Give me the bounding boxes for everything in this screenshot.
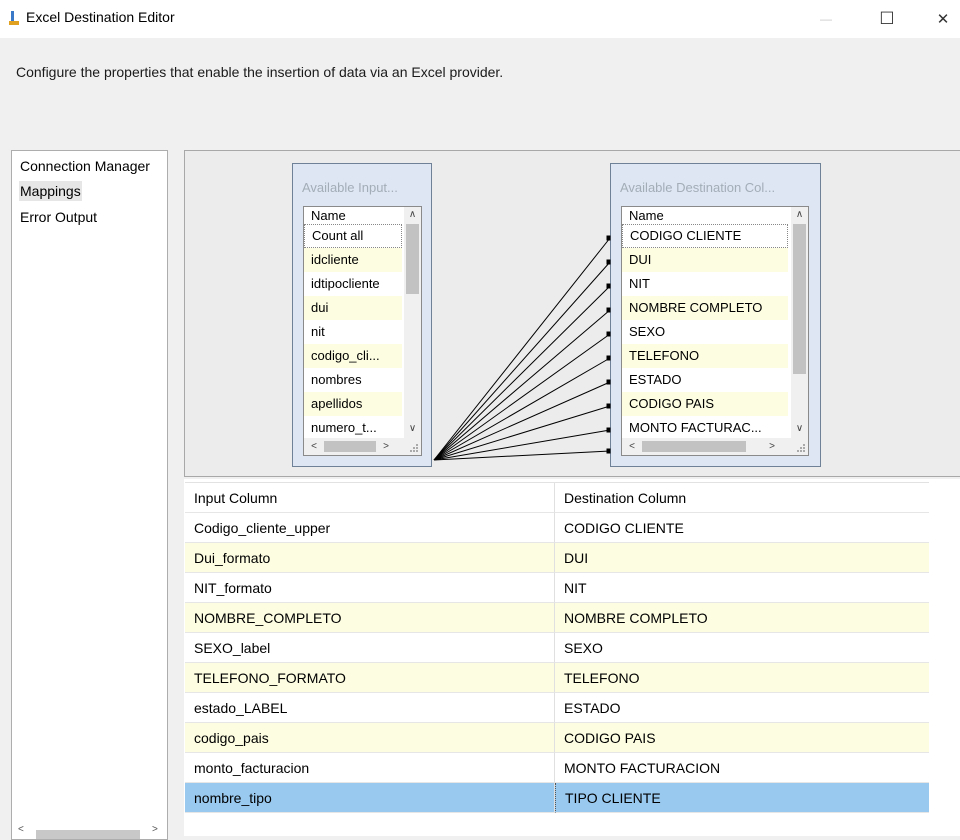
- column-header-destination[interactable]: Destination Column: [555, 483, 929, 513]
- line-anchor: [606, 283, 611, 289]
- nav-item-label: Connection Manager: [20, 158, 150, 174]
- title-bar: Excel Destination Editor — ☐ ✕: [0, 0, 960, 38]
- window-title: Excel Destination Editor: [26, 9, 175, 25]
- nav-panel: Connection Manager Mappings Error Output…: [11, 150, 168, 840]
- table-row[interactable]: SEXO_label SEXO: [185, 633, 929, 663]
- nav-item-error-output[interactable]: Error Output: [19, 207, 98, 227]
- mapping-line[interactable]: [433, 309, 611, 461]
- line-anchor: [606, 403, 611, 409]
- destination-column-cell[interactable]: SEXO: [555, 633, 929, 663]
- app-icon: [9, 11, 19, 25]
- table-row[interactable]: monto_facturacion MONTO FACTURACION: [185, 753, 929, 783]
- table-row[interactable]: Dui_formato DUI: [185, 543, 929, 573]
- table-row[interactable]: TELEFONO_FORMATO TELEFONO: [185, 663, 929, 693]
- line-anchor: [606, 379, 611, 385]
- table-row[interactable]: estado_LABEL ESTADO: [185, 693, 929, 723]
- line-anchor: [606, 331, 611, 337]
- mapping-lines: [433, 235, 611, 461]
- input-column-cell[interactable]: TELEFONO_FORMATO: [185, 663, 555, 693]
- destination-column-cell[interactable]: TELEFONO: [555, 663, 929, 693]
- nav-item-mappings[interactable]: Mappings: [19, 181, 82, 201]
- maximize-button[interactable]: ☐: [864, 0, 910, 38]
- input-column-cell[interactable]: Codigo_cliente_upper: [185, 513, 555, 543]
- line-anchor: [606, 259, 611, 265]
- minimize-icon: —: [820, 12, 832, 26]
- scroll-right-icon[interactable]: >: [152, 824, 158, 835]
- destination-column-cell[interactable]: MONTO FACTURACION: [555, 753, 929, 783]
- table-header-row: Input Column Destination Column: [185, 483, 929, 513]
- line-anchor: [606, 235, 611, 241]
- table-row-selected[interactable]: nombre_tipo TIPO CLIENTE: [185, 783, 929, 813]
- maximize-icon: ☐: [879, 9, 895, 28]
- destination-column-cell[interactable]: CODIGO CLIENTE: [555, 513, 929, 543]
- input-column-cell[interactable]: SEXO_label: [185, 633, 555, 663]
- input-column-cell[interactable]: Dui_formato: [185, 543, 555, 573]
- line-anchor: [606, 448, 611, 454]
- page-description: Configure the properties that enable the…: [16, 64, 504, 80]
- destination-column-cell[interactable]: NOMBRE COMPLETO: [555, 603, 929, 633]
- nav-horizontal-scrollbar[interactable]: < >: [12, 824, 167, 839]
- table-row[interactable]: codigo_pais CODIGO PAIS: [185, 723, 929, 753]
- nav-item-label: Error Output: [20, 209, 98, 225]
- input-column-cell[interactable]: NOMBRE_COMPLETO: [185, 603, 555, 633]
- destination-column-cell[interactable]: CODIGO PAIS: [555, 723, 929, 753]
- table-row[interactable]: NIT_formato NIT: [185, 573, 929, 603]
- input-column-cell[interactable]: monto_facturacion: [185, 753, 555, 783]
- line-anchor: [606, 307, 611, 313]
- line-anchor: [606, 427, 611, 433]
- destination-column-cell[interactable]: DUI: [555, 543, 929, 573]
- mapping-line[interactable]: [433, 381, 611, 461]
- minimize-button[interactable]: —: [803, 0, 849, 38]
- input-column-cell[interactable]: codigo_pais: [185, 723, 555, 753]
- close-icon: ✕: [936, 11, 950, 28]
- mapping-line[interactable]: [433, 333, 611, 461]
- input-column-cell[interactable]: estado_LABEL: [185, 693, 555, 723]
- mapping-grid: Input Column Destination Column Codigo_c…: [184, 479, 960, 836]
- mapping-line[interactable]: [433, 237, 611, 461]
- nav-item-label: Mappings: [20, 183, 81, 199]
- destination-column-cell[interactable]: ESTADO: [555, 693, 929, 723]
- mapping-table: Input Column Destination Column Codigo_c…: [185, 482, 929, 813]
- destination-column-cell[interactable]: TIPO CLIENTE: [555, 783, 929, 813]
- input-column-cell[interactable]: nombre_tipo: [185, 783, 555, 813]
- table-row[interactable]: Codigo_cliente_upper CODIGO CLIENTE: [185, 513, 929, 543]
- table-row[interactable]: NOMBRE_COMPLETO NOMBRE COMPLETO: [185, 603, 929, 633]
- column-header-input[interactable]: Input Column: [185, 483, 555, 513]
- mapping-diagram: Available Input... Name Count all idclie…: [184, 150, 960, 477]
- nav-item-connection-manager[interactable]: Connection Manager: [19, 156, 151, 176]
- close-button[interactable]: ✕: [920, 0, 960, 38]
- scroll-thumb[interactable]: [36, 830, 140, 839]
- input-column-cell[interactable]: NIT_formato: [185, 573, 555, 603]
- mapping-line[interactable]: [433, 261, 611, 461]
- scroll-left-icon[interactable]: <: [18, 824, 24, 835]
- destination-column-cell[interactable]: NIT: [555, 573, 929, 603]
- line-anchor: [606, 355, 611, 361]
